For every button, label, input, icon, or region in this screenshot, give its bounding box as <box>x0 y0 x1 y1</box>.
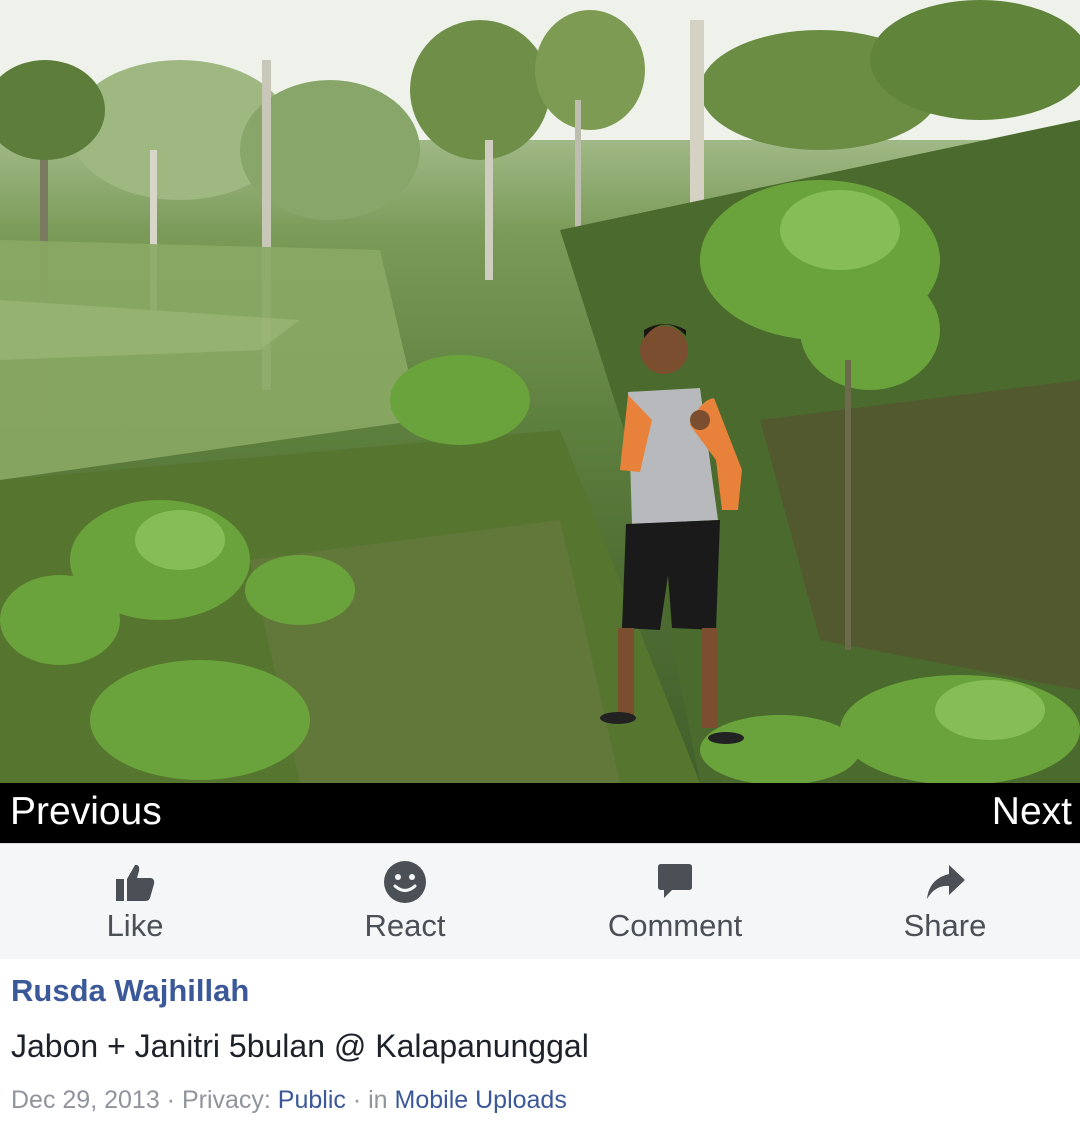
share-label: Share <box>903 908 987 943</box>
action-bar: Like React Comment Share <box>0 843 1080 960</box>
smiley-icon <box>383 860 427 904</box>
album-prefix: in <box>368 1086 395 1114</box>
share-arrow-icon <box>923 860 967 904</box>
photo-scene <box>0 0 1080 783</box>
thumbs-up-icon <box>113 860 157 904</box>
comment-button[interactable]: Comment <box>540 844 810 960</box>
post-caption: Jabon + Janitri 5bulan @ Kalapanunggal <box>11 1028 589 1064</box>
album-link[interactable]: Mobile Uploads <box>395 1086 567 1114</box>
post-details: Rusda Wajhillah Jabon + Janitri 5bulan @… <box>0 959 1080 1121</box>
like-button[interactable]: Like <box>0 844 270 960</box>
comment-bubble-icon <box>653 860 697 904</box>
react-label: React <box>364 908 446 943</box>
share-button[interactable]: Share <box>810 844 1080 960</box>
post-meta: Dec 29, 2013 · Privacy: Public · in Mobi… <box>11 1086 567 1115</box>
previous-photo-link[interactable]: Previous <box>10 783 162 843</box>
meta-separator: · <box>345 1086 369 1114</box>
post-photo[interactable] <box>0 0 1080 783</box>
privacy-prefix: Privacy: <box>181 1086 278 1114</box>
like-label: Like <box>106 908 164 943</box>
photo-navigation-bar: Previous Next <box>0 783 1080 843</box>
post-date: Dec 29, 2013 <box>11 1086 160 1114</box>
privacy-link[interactable]: Public <box>278 1086 346 1114</box>
photo-viewer-page: Previous Next Like React Comment Share R… <box>0 0 1080 1121</box>
meta-separator: · <box>159 1086 182 1114</box>
next-photo-link[interactable]: Next <box>992 783 1072 843</box>
author-name-link[interactable]: Rusda Wajhillah <box>11 973 249 1009</box>
react-button[interactable]: React <box>270 844 540 960</box>
comment-label: Comment <box>607 908 743 943</box>
